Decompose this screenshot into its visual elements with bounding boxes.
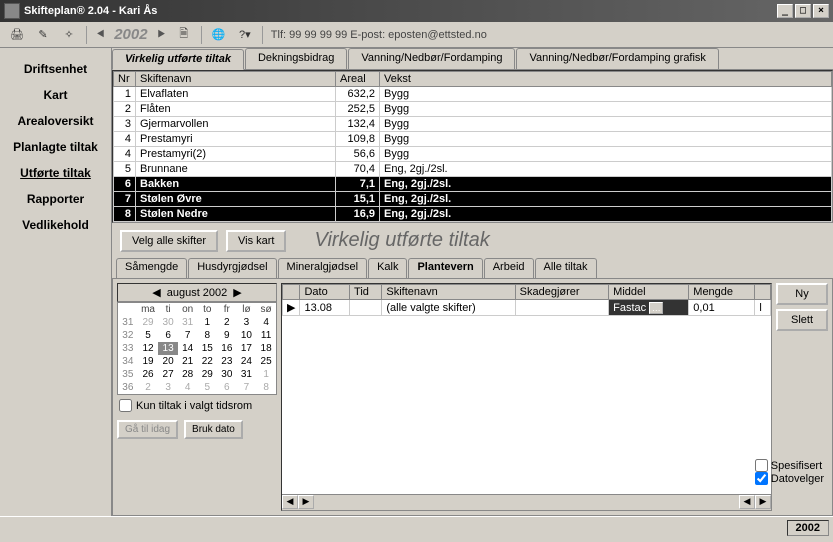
goto-today-button[interactable]: Gå til idag [117,420,178,439]
hscrollbar[interactable]: ◀▶ ◀▶ [282,494,771,510]
cal-next-button[interactable]: ▶ [227,286,247,299]
table-row[interactable]: 7Stølen Øvre15,1Eng, 2gj./2sl. [114,192,832,207]
col-nr[interactable]: Nr [114,72,136,87]
sidebar-item-driftsenhet[interactable]: Driftsenhet [4,56,107,82]
tab-samengde[interactable]: Såmengde [116,258,187,278]
tab-plantevern[interactable]: Plantevern [408,258,482,278]
col-areal[interactable]: Areal [336,72,380,87]
calendar-panel: ◀ august 2002 ▶ mationtofrløsø 312930311… [117,283,277,511]
sub-tabs: Såmengde Husdyrgjødsel Mineralgjødsel Ka… [112,258,833,278]
table-row[interactable]: 2Flåten252,5Bygg [114,102,832,117]
cal-month-label: august 2002 [167,287,228,299]
cell-dato[interactable]: 13.08 [300,300,350,316]
doc-icon[interactable]: 🗎 [175,26,193,44]
sidebar-item-kart[interactable]: Kart [4,82,107,108]
toolbar: 🖨 ✎ ✧ ⯇ 2002 ⯈ 🗎 🌐 ?▾ Tlf: 99 99 99 99 E… [0,22,833,48]
row-marker-icon: ▶ [283,300,300,316]
sidebar-item-rapporter[interactable]: Rapporter [4,186,107,212]
table-row[interactable]: 4Prestamyri109,8Bygg [114,132,832,147]
sidebar-item-planlagte[interactable]: Planlagte tiltak [4,134,107,160]
show-map-button[interactable]: Vis kart [226,230,286,252]
table-row[interactable]: 6Bakken7,1Eng, 2gj./2sl. [114,177,832,192]
new-button[interactable]: Ny [776,283,828,305]
tool-icon[interactable]: ✎ [34,26,52,44]
cell-skifte[interactable]: (alle valgte skifter) [382,300,515,316]
print-icon[interactable]: 🖨 [8,26,26,44]
sidebar-item-vedlikehold[interactable]: Vedlikehold [4,212,107,238]
lookup-button[interactable]: … [649,302,663,314]
cell-tid[interactable] [350,300,382,316]
cell-middel[interactable]: Fastac … [609,300,689,316]
status-year: 2002 [787,520,829,536]
detail-row[interactable]: ▶ 13.08 (alle valgte skifter) Fastac … 0… [283,300,771,316]
table-row[interactable]: 8Stølen Nedre16,9Eng, 2gj./2sl. [114,207,832,222]
tab-kalk[interactable]: Kalk [368,258,407,278]
year-next-button[interactable]: ⯈ [156,26,167,43]
delete-button[interactable]: Slett [776,309,828,331]
year-label: 2002 [114,26,147,43]
mid-toolbar: Velg alle skifter Vis kart Virkelig utfø… [112,223,833,258]
tab-alle[interactable]: Alle tiltak [535,258,597,278]
titlebar: Skifteplan® 2.04 - Kari Ås _ □ × [0,0,833,22]
use-date-button[interactable]: Bruk dato [184,420,243,439]
tab-vanning-graf[interactable]: Vanning/Nedbør/Fordamping grafisk [516,48,719,69]
section-title: Virkelig utførte tiltak [314,229,489,252]
table-row[interactable]: 3Gjermarvollen132,4Bygg [114,117,832,132]
table-row[interactable]: 1Elvaflaten632,2Bygg [114,87,832,102]
close-button[interactable]: × [813,4,829,18]
app-icon [4,3,20,19]
sidebar-item-arealoversikt[interactable]: Arealoversikt [4,108,107,134]
cell-mengde[interactable]: 0,01 [689,300,755,316]
only-period-label: Kun tiltak i valgt tidsrom [136,400,252,412]
tab-vanning[interactable]: Vanning/Nedbør/Fordamping [348,48,515,69]
col-navn[interactable]: Skiftenavn [136,72,336,87]
tab-husdyr[interactable]: Husdyrgjødsel [188,258,276,278]
view-options: Spesifisert Datovelger [755,459,824,485]
minimize-button[interactable]: _ [777,4,793,18]
datovelger-checkbox[interactable] [755,472,768,485]
table-row[interactable]: 4Prestamyri(2)56,6Bygg [114,147,832,162]
help-icon[interactable]: ?▾ [236,26,254,44]
col-vekst[interactable]: Vekst [380,72,832,87]
main-tabs: Virkelig utførte tiltak Dekningsbidrag V… [112,48,833,70]
globe-icon[interactable]: 🌐 [210,26,228,44]
tab-virkelig[interactable]: Virkelig utførte tiltak [112,49,244,70]
sidebar: Driftsenhet Kart Arealoversikt Planlagte… [0,48,112,516]
window-title: Skifteplan® 2.04 - Kari Ås [24,5,157,17]
select-all-button[interactable]: Velg alle skifter [120,230,218,252]
cell-unit[interactable]: l [755,300,771,316]
detail-grid[interactable]: DatoTidSkiftenavnSkadegjørerMiddelMengde… [281,283,772,511]
table-row[interactable]: 5Brunnane70,4Eng, 2gj./2sl. [114,162,832,177]
sidebar-item-utforte[interactable]: Utførte tiltak [4,160,107,186]
maximize-button[interactable]: □ [795,4,811,18]
cell-skade[interactable] [515,300,608,316]
skifte-grid[interactable]: Nr Skiftenavn Areal Vekst 1Elvaflaten632… [112,70,833,223]
calendar-grid[interactable]: mationtofrløsø 3129303112343256789101133… [117,302,277,395]
wand-icon[interactable]: ✧ [60,26,78,44]
cal-prev-button[interactable]: ◀ [146,286,166,299]
year-prev-button[interactable]: ⯇ [95,26,106,43]
only-period-checkbox[interactable] [119,399,132,412]
statusbar: 2002 [0,516,833,538]
contact-info: Tlf: 99 99 99 99 E-post: eposten@ettsted… [271,29,487,41]
spesifisert-checkbox[interactable] [755,459,768,472]
tab-arbeid[interactable]: Arbeid [484,258,534,278]
tab-mineral[interactable]: Mineralgjødsel [278,258,368,278]
tab-dekning[interactable]: Dekningsbidrag [245,48,347,69]
